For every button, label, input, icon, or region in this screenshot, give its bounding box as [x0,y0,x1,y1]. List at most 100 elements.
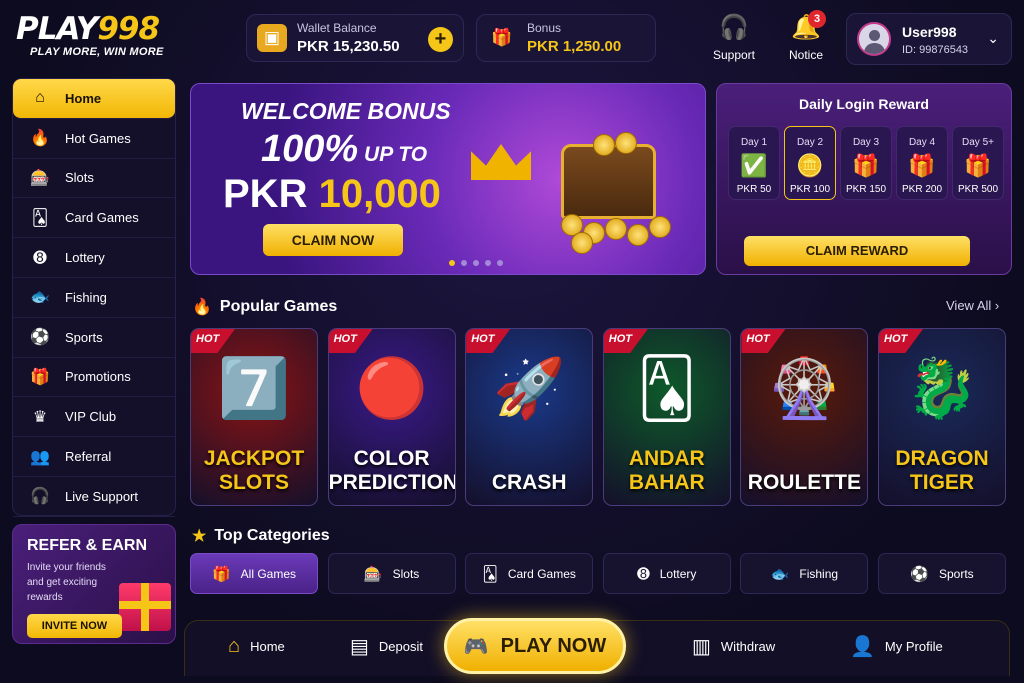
brand-logo[interactable]: PLAY998 PLAY MORE, WIN MORE [16,12,181,58]
flame-icon: 🔥 [30,130,50,148]
daily-title: Daily Login Reward [799,96,929,112]
game-card-dragon-tiger[interactable]: 🐉 HOT DRAGON TIGER [878,328,1006,506]
star-icon: ★ [192,528,207,545]
chevron-down-icon[interactable]: ⌄ [987,30,999,47]
sidebar-item-promotions[interactable]: 🎁 Promotions [13,358,175,398]
add-funds-button[interactable]: + [428,27,453,52]
sidebar-item-live-support[interactable]: 🎧 Live Support [13,477,175,517]
carousel-dot[interactable] [461,260,467,266]
carousel-dot[interactable] [497,260,503,266]
play-now-button[interactable]: 🎮 PLAY NOW [444,618,626,674]
invite-now-button[interactable]: INVITE NOW [27,614,122,638]
bonus-value: PKR 1,250.00 [527,38,622,55]
bottom-nav-home[interactable]: ⌂ Home [228,632,285,660]
banner-percent: 100% [261,128,359,170]
coin-icon: 🪙 [796,153,824,178]
slot-machine-icon: 🎰 [30,169,50,187]
sidebar-item-slots[interactable]: 🎰 Slots [13,159,175,199]
soccer-ball-icon: ⚽ [30,329,50,347]
sidebar-item-home[interactable]: ⌂ Home [13,79,175,119]
bottom-deposit-label: Deposit [378,638,423,654]
game-card-andar-bahar[interactable]: 🂡 HOT ANDAR BAHAR [602,328,731,506]
sidebar-item-sports[interactable]: ⚽ Sports [13,318,175,358]
category-all-games[interactable]: 🎁 All Games [190,553,318,594]
bottom-nav-withdraw[interactable]: ▥ Withdraw [692,632,775,660]
day-reward-value: PKR 500 [957,184,999,195]
category-sports[interactable]: ⚽ Sports [878,553,1006,594]
avatar [857,22,891,56]
category-fishing[interactable]: 🐟 Fishing [740,553,869,594]
category-lottery[interactable]: ➑ Lottery [602,553,731,594]
carousel-dot[interactable] [473,260,479,266]
game-title: COLOR PREDICTION [328,447,456,494]
daily-reward-day[interactable]: Day 1 ✅ PKR 50 [728,126,780,200]
user-id: ID: 99876543 [902,44,969,56]
gift-icon: 🎁 [852,153,880,178]
bell-icon: 🔔 [791,14,821,41]
cards-icon: 🂡 [482,565,498,583]
brand-name-a: PLAY [16,11,98,47]
support-label: Support [712,48,756,62]
refer-earn-card[interactable]: REFER & EARN Invite your friends and get… [12,524,176,644]
support-button[interactable]: 🎧 Support [704,14,764,62]
bottom-nav-deposit[interactable]: ▤ Deposit [350,632,423,660]
wallet-balance[interactable]: ▣ Wallet Balance PKR 15,230.50 + [246,14,464,62]
sidebar-item-label: Card Games [65,210,139,226]
gift-icon: 🎁 [964,153,992,178]
game-title: CRASH [491,471,567,494]
daily-reward-day[interactable]: Day 2 🪙 PKR 100 [784,126,836,200]
day-reward-value: PKR 100 [789,184,831,195]
gift-box-icon [119,583,171,631]
sidebar-item-label: Promotions [65,369,131,385]
sidebar-item-label: Referral [65,449,112,465]
cards-icon: 🂡 [31,209,49,227]
wallet-value: PKR 15,230.50 [297,38,400,55]
carousel-dots[interactable] [449,260,503,266]
notice-count-badge: 3 [808,10,826,28]
category-label: Sports [939,566,974,581]
bottom-nav-profile[interactable]: 👤 My Profile [850,632,943,660]
banner-upto: UP TO [358,143,428,166]
welcome-bonus-banner[interactable]: WELCOME BONUS 100% UP TO PKR 10,000 CLAI… [190,83,706,275]
carousel-dot[interactable] [485,260,491,266]
sidebar-item-referral[interactable]: 👥 Referral [13,437,175,477]
view-all-link[interactable]: View All › [946,298,999,313]
claim-reward-button[interactable]: CLAIM REWARD [744,236,970,266]
crown-icon: ♛ [32,408,48,426]
game-art-icon: 🚀 [493,356,566,421]
banner-line3: PKR 10,000 [223,172,441,217]
game-card-color-prediction[interactable]: 🔴 HOT COLOR PREDICTION [327,328,456,506]
sidebar-item-label: Slots [65,170,94,186]
bonus-balance[interactable]: 🎁 Bonus PKR 1,250.00 [476,14,656,62]
game-card-roulette[interactable]: 🎡 HOT ROULETTE [740,328,869,506]
user-icon: 👤 [850,635,875,658]
bottom-home-label: Home [250,638,285,654]
daily-reward-day[interactable]: Day 5+ 🎁 PKR 500 [952,126,1004,200]
game-card-jackpot-slots[interactable]: 7️⃣ HOT JACKPOT SLOTS [190,328,318,506]
game-title: ROULETTE [747,471,861,494]
sidebar-item-vip-club[interactable]: ♛ VIP Club [13,397,175,438]
carousel-dot[interactable] [449,260,455,266]
daily-reward-day[interactable]: Day 4 🎁 PKR 200 [896,126,948,200]
user-menu[interactable]: User998 ID: 99876543 ⌄ [846,13,1012,65]
game-card-crash[interactable]: 🚀 HOT CRASH [465,328,594,506]
bottom-profile-label: My Profile [884,638,943,654]
sidebar-item-fishing[interactable]: 🐟 Fishing [13,278,175,318]
claim-now-button[interactable]: CLAIM NOW [263,224,403,256]
category-card-games[interactable]: 🂡 Card Games [465,553,594,594]
deposit-wallet-icon: ▤ [350,635,369,658]
notice-button[interactable]: 🔔 3 Notice [776,10,836,62]
game-title: DRAGON TIGER [895,447,989,494]
sidebar-item-card-games[interactable]: 🂡 Card Games [13,198,175,239]
banner-amount: 10,000 [318,172,441,216]
category-slots[interactable]: 🎰 Slots [327,553,456,594]
notice-label: Notice [788,48,823,62]
daily-reward-day[interactable]: Day 3 🎁 PKR 150 [840,126,892,200]
game-art-icon: 🎡 [768,356,841,421]
user-name: User998 [902,24,957,40]
sidebar-item-hot-games[interactable]: 🔥 Hot Games [13,119,175,159]
bottom-withdraw-label: Withdraw [720,638,776,654]
sidebar-item-lottery[interactable]: ➑ Lottery [13,238,175,278]
flame-icon: 🔥 [192,299,212,316]
crown-icon [471,144,531,180]
